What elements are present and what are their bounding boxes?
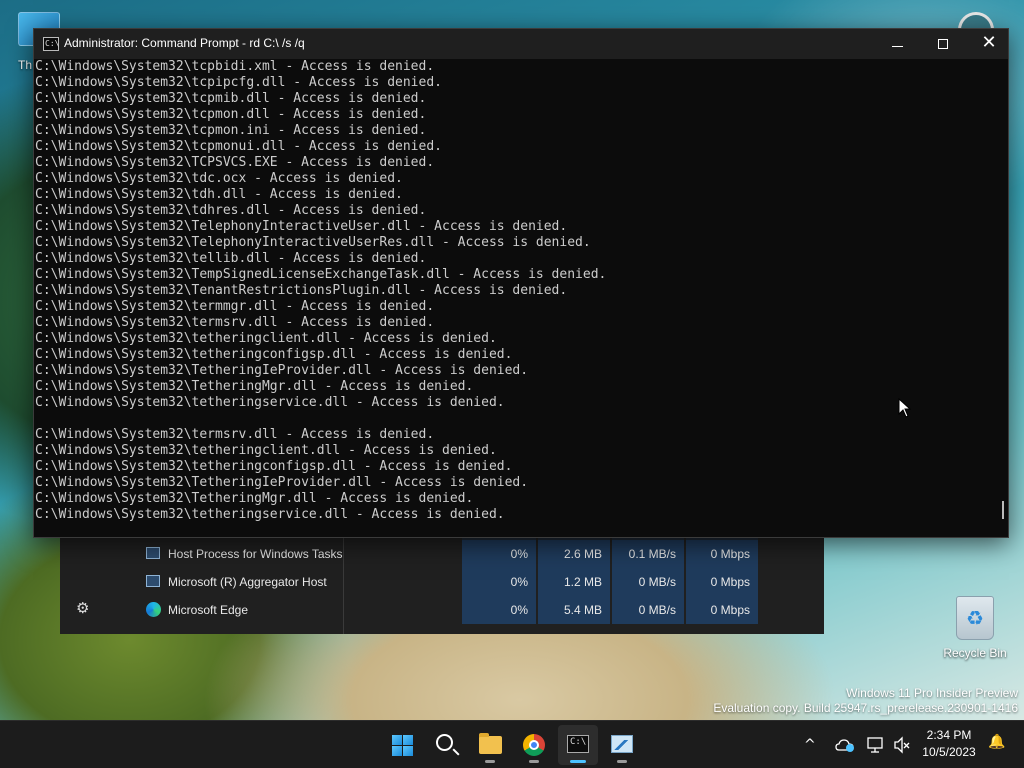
console-line: C:\Windows\System32\tcpipcfg.dll - Acces… [35, 75, 442, 90]
volume-muted-icon[interactable] [893, 736, 911, 754]
memory-cell: 1.2 MB [538, 568, 610, 596]
task-manager-button[interactable] [602, 725, 642, 765]
minimize-icon [891, 46, 903, 47]
file-explorer-button[interactable] [470, 725, 510, 765]
memory-cell: 5.4 MB [538, 596, 610, 624]
console-line: C:\Windows\System32\TempSignedLicenseExc… [35, 267, 607, 282]
search-icon [436, 734, 453, 751]
console-line: C:\Windows\System32\tcpmon.dll - Access … [35, 107, 427, 122]
watermark-build: Evaluation copy. Build 25947.rs_prerelea… [713, 701, 1018, 715]
maximize-button[interactable] [920, 29, 966, 59]
console-line: C:\Windows\System32\TenantRestrictionsPl… [35, 283, 568, 298]
scrollbar-thumb[interactable] [1002, 501, 1004, 519]
recycle-bin-label: Recycle Bin [943, 646, 1007, 660]
recycle-bin[interactable]: Recycle Bin [942, 596, 1008, 660]
console-line: C:\Windows\System32\tcpmon.ini - Access … [35, 123, 427, 138]
console-line: C:\Windows\System32\termsrv.dll - Access… [35, 427, 435, 442]
disk-cell: 0 MB/s [612, 596, 684, 624]
process-name: Microsoft (R) Aggregator Host [168, 575, 327, 589]
mouse-pointer-icon [898, 398, 912, 418]
title-bar[interactable]: C:\ Administrator: Command Prompt - rd C… [34, 29, 1008, 59]
network-cell: 0 Mbps [686, 568, 758, 596]
terminal-icon: C:\ [43, 37, 59, 51]
console-line: C:\Windows\System32\tcpmonui.dll - Acces… [35, 139, 442, 154]
console-line: C:\Windows\System32\TelephonyInteractive… [35, 219, 568, 234]
taskbar: C:\ ^ 2:34 PM 10/5/2023 🔔 [0, 720, 1024, 768]
close-button[interactable]: ✕ [966, 29, 1012, 59]
chrome-icon [523, 734, 545, 756]
maximize-icon [938, 39, 948, 49]
running-indicator [529, 760, 539, 763]
process-name: Host Process for Windows Tasks [168, 547, 343, 561]
console-line: C:\Windows\System32\tcpmib.dll - Access … [35, 91, 427, 106]
console-line: C:\Windows\System32\TetheringMgr.dll - A… [35, 491, 474, 506]
watermark-edition: Windows 11 Pro Insider Preview [846, 686, 1018, 700]
window-icon [146, 547, 160, 559]
onedrive-icon[interactable] [835, 737, 855, 753]
console-line: C:\Windows\System32\TCPSVCS.EXE - Access… [35, 155, 435, 170]
system-clock[interactable]: 2:34 PM 10/5/2023 [918, 727, 980, 761]
console-line: C:\Windows\System32\tdc.ocx - Access is … [35, 171, 403, 186]
console-line: C:\Windows\System32\tdhres.dll - Access … [35, 203, 427, 218]
console-line: C:\Windows\System32\TelephonyInteractive… [35, 235, 591, 250]
console-line: C:\Windows\System32\TetheringIeProvider.… [35, 363, 529, 378]
network-cell: 0 Mbps [686, 596, 758, 624]
console-line: C:\Windows\System32\tdh.dll - Access is … [35, 187, 403, 202]
running-indicator [485, 760, 495, 763]
process-row[interactable]: Microsoft (R) Aggregator Host 0% 1.2 MB 0 M… [144, 568, 824, 596]
console-output[interactable]: C:\Windows\System32\tcpbidi.xml - Access… [34, 59, 1000, 537]
clock-time: 2:34 PM [926, 728, 972, 742]
console-line: C:\Windows\System32\tellib.dll - Access … [35, 251, 427, 266]
insider-watermark: Windows 11 Pro Insider Preview Evaluatio… [713, 686, 1018, 716]
process-name: Microsoft Edge [168, 603, 249, 617]
console-line: C:\Windows\System32\termsrv.dll - Access… [35, 315, 435, 330]
desktop-shortcut-label: Th [18, 58, 33, 72]
edge-icon [146, 602, 161, 617]
show-hidden-icons-button[interactable]: ^ [804, 721, 816, 768]
console-line: C:\Windows\System32\TetheringMgr.dll - A… [35, 379, 474, 394]
clock-date: 10/5/2023 [922, 745, 976, 759]
search-button[interactable] [426, 725, 466, 765]
cpu-cell: 0% [462, 540, 536, 568]
notification-bell-icon[interactable]: 🔔 [988, 735, 1005, 749]
console-line: C:\Windows\System32\tcpbidi.xml - Access… [35, 59, 435, 74]
disk-cell: 0 MB/s [612, 568, 684, 596]
cpu-cell: 0% [462, 568, 536, 596]
console-line: C:\Windows\System32\TetheringIeProvider.… [35, 475, 529, 490]
command-prompt-window[interactable]: C:\ Administrator: Command Prompt - rd C… [33, 28, 1009, 538]
console-line: C:\Windows\System32\tetheringservice.dll… [35, 507, 505, 522]
console-line: C:\Windows\System32\tetheringclient.dll … [35, 331, 497, 346]
task-manager-icon [611, 735, 633, 753]
minimize-button[interactable] [874, 29, 920, 59]
console-line: C:\Windows\System32\tetheringservice.dll… [35, 395, 505, 410]
settings-gear-icon[interactable]: ⚙ [76, 600, 92, 616]
console-line: C:\Windows\System32\termmgr.dll - Access… [35, 299, 435, 314]
command-prompt-button[interactable]: C:\ [558, 725, 598, 765]
recycle-bin-icon [956, 596, 994, 640]
running-indicator [617, 760, 627, 763]
console-line: C:\Windows\System32\tetheringclient.dll … [35, 443, 497, 458]
terminal-icon: C:\ [567, 735, 589, 753]
chrome-button[interactable] [514, 725, 554, 765]
folder-icon [479, 733, 502, 754]
console-line: C:\Windows\System32\tetheringconfigsp.dl… [35, 347, 513, 362]
windows-logo-icon [392, 735, 413, 756]
start-button[interactable] [382, 725, 422, 765]
process-row[interactable]: Host Process for Windows Tasks 0% 2.6 MB 0.… [144, 540, 824, 568]
memory-cell: 2.6 MB [538, 540, 610, 568]
disk-cell: 0.1 MB/s [612, 540, 684, 568]
active-indicator [570, 760, 586, 763]
console-line: C:\Windows\System32\tetheringconfigsp.dl… [35, 459, 513, 474]
network-icon[interactable] [866, 736, 886, 754]
cpu-cell: 0% [462, 596, 536, 624]
network-cell: 0 Mbps [686, 540, 758, 568]
window-title: Administrator: Command Prompt - rd C:\ /… [64, 36, 305, 50]
process-row[interactable]: Microsoft Edge 0% 5.4 MB 0 MB/s 0 Mbps [144, 596, 824, 624]
window-icon [146, 575, 160, 587]
